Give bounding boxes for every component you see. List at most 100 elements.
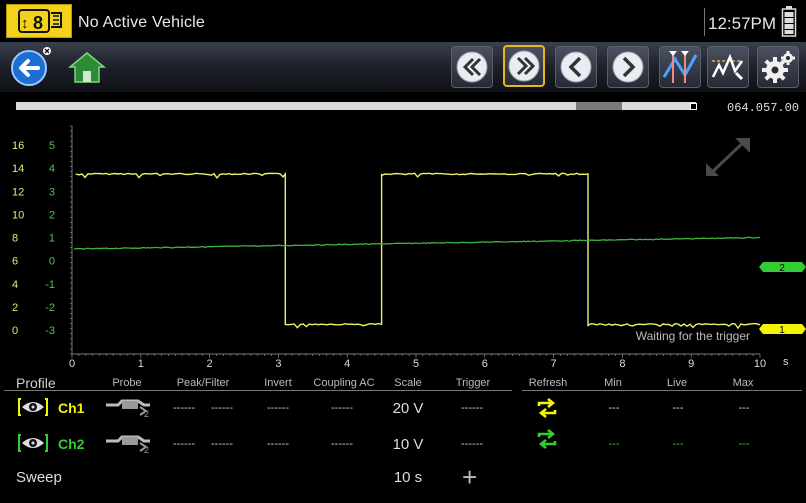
clock: 12:57PM	[708, 14, 777, 33]
timeline-view-window[interactable]	[576, 102, 622, 110]
cursors-icon	[662, 51, 698, 83]
ch1-visibility-toggle[interactable]	[18, 397, 48, 417]
right-axis-tick: -3	[45, 325, 55, 337]
trigger-status: Waiting for the trigger	[636, 329, 750, 343]
ch1-trace	[75, 171, 761, 330]
ch2-label[interactable]: Ch2	[58, 436, 84, 452]
ch1-max: ---	[738, 402, 750, 414]
ch2-trace	[73, 236, 761, 250]
sweep-add-button[interactable]: +	[462, 462, 477, 493]
right-axis-tick: 0	[49, 256, 55, 268]
x-axis-tick: 5	[413, 358, 419, 368]
ch2-level-marker[interactable]: 2	[759, 262, 806, 274]
ch2-probe-button[interactable]: 2	[104, 431, 154, 455]
ch1-scale[interactable]: 20 V	[386, 400, 430, 417]
left-axis-tick: 6	[12, 256, 18, 268]
header-min: Min	[604, 377, 622, 389]
scope-plot[interactable]: 1614121086420 543210-1-2-3 0 1 2 3 4 5 6 7 8 9 10 …	[0, 118, 806, 368]
cursor-button[interactable]	[659, 46, 701, 88]
header-probe: Probe	[112, 377, 142, 389]
waveform-tool-icon	[711, 53, 744, 81]
svg-text:↕: ↕	[21, 15, 29, 32]
svg-text:2: 2	[144, 409, 149, 419]
fast-forward-icon	[508, 50, 540, 82]
right-axis-tick: -1	[45, 279, 55, 291]
probe-icon: 2	[106, 399, 150, 419]
gear-icon	[762, 51, 795, 83]
ch1-coupling[interactable]: ------	[326, 402, 358, 414]
refresh-icon	[537, 397, 557, 419]
back-arrow-icon	[11, 47, 51, 86]
ch1-live: ---	[672, 402, 684, 414]
ch2-scale[interactable]: 10 V	[386, 436, 430, 453]
right-axis-tick: 1	[49, 233, 55, 245]
sweep-value[interactable]: 10 s	[386, 469, 430, 486]
rewind-button[interactable]	[451, 46, 493, 88]
svg-text:1: 1	[779, 325, 785, 336]
probe-icon: 2	[106, 435, 150, 455]
left-axis-tick: 14	[12, 163, 24, 175]
ch2-trigger[interactable]: ------	[456, 438, 488, 450]
home-button[interactable]	[66, 47, 108, 87]
header-peak-filter: Peak/Filter	[176, 377, 230, 389]
svg-text:8: 8	[33, 13, 43, 33]
ch2-min: ---	[608, 438, 620, 450]
ch1-min: ---	[608, 402, 620, 414]
left-axis-tick: 16	[12, 140, 24, 152]
ch2-refresh-button[interactable]	[535, 428, 559, 450]
divider	[704, 8, 705, 36]
ch2-invert[interactable]: ------	[262, 438, 294, 450]
step-forward-button[interactable]	[607, 46, 649, 88]
right-axis-tick: 5	[49, 140, 55, 152]
x-axis-labels: 0 1 2 3 4 5 6 7 8 9 10	[69, 358, 766, 368]
ch1-refresh-button[interactable]	[535, 397, 559, 419]
ch2-visibility-toggle[interactable]	[18, 433, 48, 453]
svg-text:2: 2	[144, 445, 149, 455]
header-max: Max	[732, 377, 754, 389]
right-axis-tick: 2	[49, 209, 55, 221]
ch2-max: ---	[738, 438, 750, 450]
sweep-label: Sweep	[16, 469, 62, 486]
header-invert: Invert	[264, 377, 292, 389]
right-axis-labels: 5 4 3 2 1 0 -1 -2 -3	[45, 140, 55, 337]
ch1-probe-button[interactable]: 2	[104, 395, 154, 419]
vehicle-menu-icon[interactable]: ↕ 8	[6, 4, 72, 38]
ch1-filter[interactable]: ------	[206, 402, 238, 414]
header-trigger: Trigger	[455, 377, 491, 389]
x-axis-tick: 9	[688, 358, 694, 368]
vehicle-title: No Active Vehicle	[78, 14, 206, 31]
right-axis-tick: 3	[49, 186, 55, 198]
fast-reverse-icon	[456, 51, 488, 83]
step-forward-icon	[612, 51, 644, 83]
step-back-button[interactable]	[555, 46, 597, 88]
back-button[interactable]	[8, 45, 52, 89]
ch2-coupling[interactable]: ------	[326, 438, 358, 450]
left-axis-tick: 0	[12, 325, 18, 337]
ch1-label[interactable]: Ch1	[58, 400, 84, 416]
header-scale: Scale	[394, 377, 422, 389]
fast-forward-button[interactable]	[503, 45, 545, 87]
ch2-filter[interactable]: ------	[206, 438, 238, 450]
x-unit: s	[783, 356, 789, 368]
timeline-readout: 064.057.00	[727, 101, 800, 115]
trigger-tool-button[interactable]	[707, 46, 749, 88]
ch1-trigger[interactable]: ------	[456, 402, 488, 414]
svg-text:2: 2	[779, 263, 785, 274]
x-axis-tick: 1	[138, 358, 144, 368]
step-back-icon	[560, 51, 592, 83]
expand-icon[interactable]	[706, 138, 750, 176]
ch1-invert[interactable]: ------	[262, 402, 294, 414]
ch1-level-marker[interactable]: 1	[759, 324, 806, 336]
x-axis-tick: 0	[69, 358, 75, 368]
left-axis-tick: 4	[12, 279, 18, 291]
ch2-live: ---	[672, 438, 684, 450]
profile-label[interactable]: Profile	[16, 375, 56, 391]
ch1-peak[interactable]: ------	[168, 402, 200, 414]
settings-button[interactable]	[757, 46, 799, 88]
ch2-peak[interactable]: ------	[168, 438, 200, 450]
x-axis-tick: 7	[551, 358, 557, 368]
left-axis-tick: 8	[12, 233, 18, 245]
channel-table: Profile Probe Peak/Filter Invert Couplin…	[0, 373, 806, 503]
left-axis-tick: 10	[12, 209, 24, 221]
header-refresh: Refresh	[528, 377, 568, 389]
